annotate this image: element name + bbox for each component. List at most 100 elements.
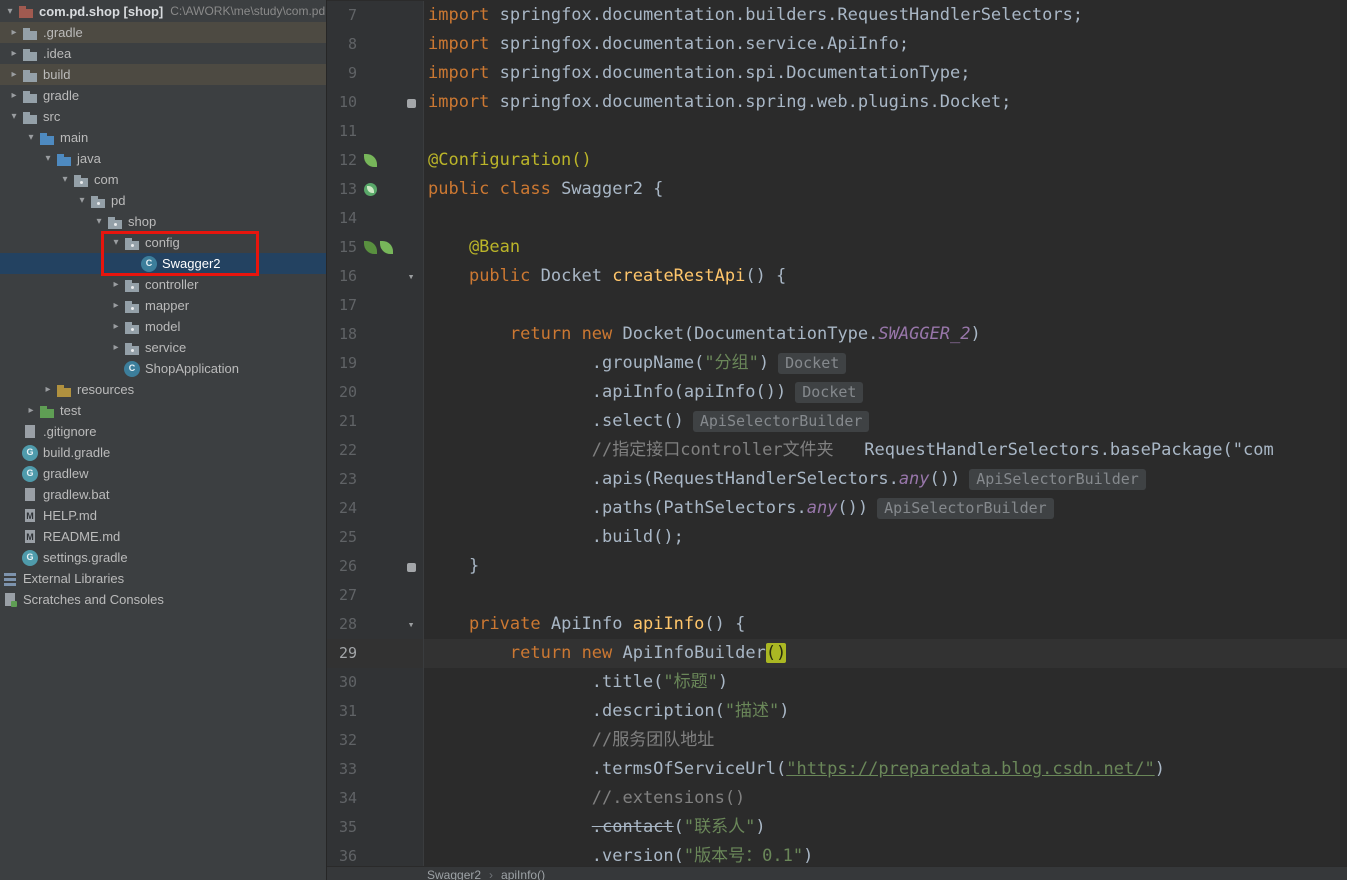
fold-box-icon[interactable] (401, 552, 421, 581)
chevron-collapsed-icon[interactable]: ▸ (108, 279, 124, 290)
line-number[interactable]: 24 (327, 494, 357, 523)
tree-item-project-root[interactable]: ▾ com.pd.shop [shop] C:\AWORK\me\study\c… (0, 0, 326, 22)
gutter[interactable]: 7 (327, 1, 424, 30)
gutter[interactable]: 19 (327, 349, 424, 378)
gutter[interactable]: 28 ▾ (327, 610, 424, 639)
tree-item-service[interactable]: ▸ service (0, 337, 326, 358)
gutter[interactable]: 14 (327, 204, 424, 233)
tree-item-pd[interactable]: ▾ pd (0, 190, 326, 211)
code-text[interactable]: } (424, 552, 1347, 581)
code-text[interactable]: import springfox.documentation.builders.… (424, 1, 1347, 30)
tree-item-build-gradle[interactable]: Gbuild.gradle (0, 442, 326, 463)
code-line-26[interactable]: 26 } (327, 552, 1347, 581)
chevron-collapsed-icon[interactable]: ▸ (6, 27, 22, 38)
tree-item-resources[interactable]: ▸ resources (0, 379, 326, 400)
line-number[interactable]: 33 (327, 755, 357, 784)
tree-item-help-md[interactable]: M HELP.md (0, 505, 326, 526)
editor-pane[interactable]: 7 import springfox.documentation.builders… (327, 0, 1347, 880)
chevron-expanded-icon[interactable]: ▾ (74, 195, 90, 206)
gutter[interactable]: 21 (327, 407, 424, 436)
code-line-18[interactable]: 18 return new Docket(DocumentationType.S… (327, 320, 1347, 349)
chevron-expanded-icon[interactable]: ▾ (23, 132, 39, 143)
project-panel[interactable]: ▾ com.pd.shop [shop] C:\AWORK\me\study\c… (0, 0, 327, 880)
gutter[interactable]: 27 (327, 581, 424, 610)
line-number[interactable]: 21 (327, 407, 357, 436)
gutter[interactable]: 20 (327, 378, 424, 407)
line-number[interactable]: 14 (327, 204, 357, 233)
code-text[interactable]: return new ApiInfoBuilder() (424, 639, 1347, 668)
chevron-expanded-icon[interactable]: ▾ (57, 174, 73, 185)
tree-item-build[interactable]: ▸ build (0, 64, 326, 85)
code-line-22[interactable]: 22 //指定接口controller文件夹 RequestHandlerSel… (327, 436, 1347, 465)
gutter[interactable]: 16 ▾ (327, 262, 424, 291)
code-text[interactable]: .description("描述") (424, 697, 1347, 726)
code-text[interactable]: .apis(RequestHandlerSelectors.any()) ApiS… (424, 465, 1347, 494)
line-number[interactable]: 29 (327, 639, 357, 668)
code-line-24[interactable]: 24 .paths(PathSelectors.any()) ApiSelecto… (327, 494, 1347, 523)
line-number[interactable]: 12 (327, 146, 357, 175)
code-text[interactable]: return new Docket(DocumentationType.SWAG… (424, 320, 1347, 349)
code-text[interactable]: .groupName("分组") Docket (424, 349, 1347, 378)
gutter[interactable]: 30 (327, 668, 424, 697)
spring-leaf-icon[interactable] (364, 154, 377, 167)
line-number[interactable]: 26 (327, 552, 357, 581)
gutter[interactable]: 23 (327, 465, 424, 494)
tree-item-test[interactable]: ▸ test (0, 400, 326, 421)
line-number[interactable]: 9 (327, 59, 357, 88)
code-line-28[interactable]: 28 ▾ private ApiInfo apiInfo() { (327, 610, 1347, 639)
tree-item-mapper[interactable]: ▸ mapper (0, 295, 326, 316)
tree-item-main[interactable]: ▾ main (0, 127, 326, 148)
code-text[interactable]: import springfox.documentation.spring.we… (424, 88, 1347, 117)
line-number[interactable]: 32 (327, 726, 357, 755)
chevron-collapsed-icon[interactable]: ▸ (108, 300, 124, 311)
gutter[interactable]: 18 (327, 320, 424, 349)
gutter[interactable]: 29 (327, 639, 424, 668)
spring-bean-icon[interactable] (364, 183, 377, 196)
chevron-collapsed-icon[interactable]: ▸ (108, 342, 124, 353)
line-number[interactable]: 13 (327, 175, 357, 204)
chevron-expanded-icon[interactable]: ▾ (2, 6, 18, 17)
gutter[interactable]: 33 (327, 755, 424, 784)
tree-item-gradle[interactable]: ▸ gradle (0, 85, 326, 106)
tree-item-gradle[interactable]: ▸ .gradle (0, 22, 326, 43)
code-text[interactable]: //指定接口controller文件夹 RequestHandlerSelect… (424, 436, 1347, 465)
gutter[interactable]: 35 (327, 813, 424, 842)
code-line-17[interactable]: 17 (327, 291, 1347, 320)
code-line-13[interactable]: 13 public class Swagger2 { (327, 175, 1347, 204)
code-line-23[interactable]: 23 .apis(RequestHandlerSelectors.any()) A… (327, 465, 1347, 494)
code-line-31[interactable]: 31 .description("描述") (327, 697, 1347, 726)
code-line-12[interactable]: 12 @Configuration() (327, 146, 1347, 175)
gutter[interactable]: 13 (327, 175, 424, 204)
code-line-20[interactable]: 20 .apiInfo(apiInfo()) Docket (327, 378, 1347, 407)
tree-item-shopapplication[interactable]: C ShopApplication (0, 358, 326, 379)
line-number[interactable]: 16 (327, 262, 357, 291)
gutter[interactable]: 11 (327, 117, 424, 146)
gutter[interactable]: 31 (327, 697, 424, 726)
code-line-25[interactable]: 25 .build(); (327, 523, 1347, 552)
code-text[interactable]: .termsOfServiceUrl("https://preparedata.… (424, 755, 1347, 784)
code-text[interactable]: .title("标题") (424, 668, 1347, 697)
code-text[interactable] (424, 117, 1347, 146)
gutter[interactable]: 10 (327, 88, 424, 117)
code-line-7[interactable]: 7 import springfox.documentation.builders… (327, 1, 1347, 30)
code-text[interactable]: public class Swagger2 { (424, 175, 1347, 204)
chevron-collapsed-icon[interactable]: ▸ (6, 90, 22, 101)
gutter[interactable]: 15 (327, 233, 424, 262)
tree-item-readme-md[interactable]: M README.md (0, 526, 326, 547)
code-line-34[interactable]: 34 //.extensions() (327, 784, 1347, 813)
code-line-33[interactable]: 33 .termsOfServiceUrl("https://prepareda… (327, 755, 1347, 784)
line-number[interactable]: 8 (327, 30, 357, 59)
fold-region-icon[interactable] (406, 562, 416, 572)
tree-item-controller[interactable]: ▸ controller (0, 274, 326, 295)
gutter[interactable]: 12 (327, 146, 424, 175)
fold-down-icon[interactable]: ▾ (401, 610, 421, 639)
tree-item-shop[interactable]: ▾ shop (0, 211, 326, 232)
tree-item-gradlew-bat[interactable]: gradlew.bat (0, 484, 326, 505)
code-text[interactable]: @Configuration() (424, 146, 1347, 175)
code-text[interactable]: .build(); (424, 523, 1347, 552)
chevron-expanded-icon[interactable]: ▾ (108, 237, 124, 248)
code-text[interactable]: import springfox.documentation.service.A… (424, 30, 1347, 59)
chevron-collapsed-icon[interactable]: ▸ (6, 69, 22, 80)
line-number[interactable]: 23 (327, 465, 357, 494)
line-number[interactable]: 25 (327, 523, 357, 552)
